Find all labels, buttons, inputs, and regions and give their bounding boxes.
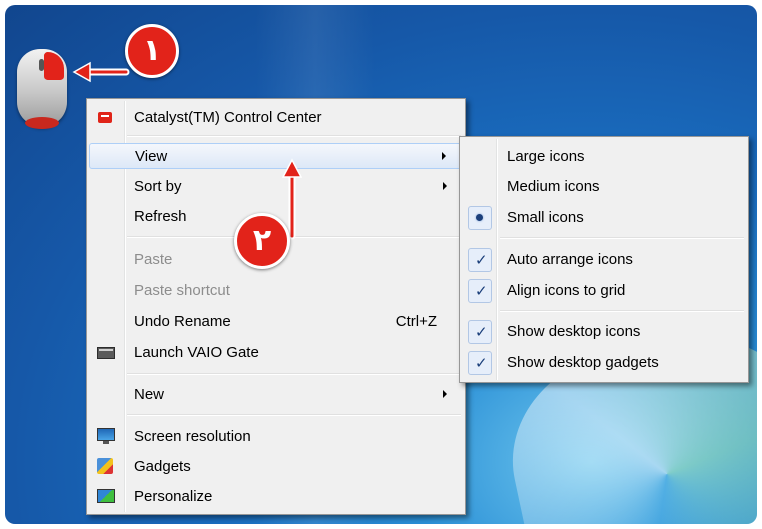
mouse-illustration — [17, 49, 67, 131]
mouse-base — [25, 117, 59, 129]
menu-item-gadgets[interactable]: Gadgets — [89, 454, 463, 478]
submenu-arrow-icon — [442, 152, 446, 160]
ati-logo-icon — [98, 112, 112, 123]
menu-item-label: Sort by — [134, 178, 182, 195]
submenu-item-align-to-grid[interactable]: ✓ Align icons to grid — [462, 278, 746, 303]
menu-item-view[interactable]: View — [89, 143, 463, 169]
checkmark-icon: ✓ — [475, 282, 488, 300]
menu-item-shortcut: Ctrl+Z — [395, 313, 437, 330]
menu-item-label: Undo Rename — [134, 313, 231, 330]
menu-item-paste-shortcut[interactable]: Paste shortcut — [89, 278, 463, 302]
checkmark-icon: ✓ — [475, 323, 488, 341]
submenu-separator — [500, 237, 744, 239]
check-indicator: ✓ — [468, 320, 492, 344]
menu-item-label: Gadgets — [134, 458, 191, 475]
menu-item-launch-vaio-gate[interactable]: Launch VAIO Gate — [89, 340, 463, 364]
checkmark-icon: ✓ — [475, 354, 488, 372]
menu-separator — [127, 236, 461, 238]
submenu-item-label: Align icons to grid — [507, 282, 626, 299]
menu-separator — [127, 414, 461, 416]
menu-item-label: Screen resolution — [134, 428, 251, 445]
submenu-item-medium-icons[interactable]: Medium icons — [462, 174, 746, 198]
menu-item-screen-resolution[interactable]: Screen resolution — [89, 424, 463, 448]
submenu-item-large-icons[interactable]: Large icons — [462, 144, 746, 168]
menu-item-label: Refresh — [134, 208, 187, 225]
menu-separator — [127, 373, 461, 375]
submenu-item-show-desktop-icons[interactable]: ✓ Show desktop icons — [462, 319, 746, 344]
desktop-context-menu: Catalyst(TM) Control Center View Sort by… — [86, 98, 466, 515]
submenu-item-show-desktop-gadgets[interactable]: ✓ Show desktop gadgets — [462, 350, 746, 375]
submenu-item-label: Show desktop icons — [507, 323, 641, 340]
check-indicator: ✓ — [468, 279, 492, 303]
submenu-item-label: Auto arrange icons — [507, 251, 633, 268]
menu-item-label: View — [135, 148, 168, 165]
callout-badge-1: ١ — [125, 24, 179, 78]
radio-dot-icon — [476, 214, 483, 221]
personalize-icon — [97, 489, 115, 503]
menu-item-sort-by[interactable]: Sort by — [89, 174, 463, 198]
menu-item-label: Paste shortcut — [134, 282, 230, 299]
check-indicator: ✓ — [468, 248, 492, 272]
menu-item-catalyst[interactable]: Catalyst(TM) Control Center — [89, 105, 463, 129]
menu-item-new[interactable]: New — [89, 382, 463, 406]
submenu-item-label: Large icons — [507, 148, 585, 165]
submenu-item-label: Medium icons — [507, 178, 600, 195]
callout-badge-2: ٢ — [234, 213, 290, 269]
screen-resolution-icon — [97, 428, 115, 444]
menu-separator — [127, 135, 461, 137]
submenu-arrow-icon — [443, 182, 447, 190]
checkmark-icon: ✓ — [475, 251, 488, 269]
view-submenu: Large icons Medium icons Small icons ✓ A… — [459, 136, 749, 383]
radio-indicator — [468, 206, 492, 230]
menu-item-label: Paste — [134, 251, 173, 268]
menu-item-label: Launch VAIO Gate — [134, 344, 259, 361]
menu-item-label: New — [134, 386, 165, 403]
vaio-gate-icon — [97, 347, 115, 359]
submenu-item-auto-arrange[interactable]: ✓ Auto arrange icons — [462, 247, 746, 272]
menu-item-label: Catalyst(TM) Control Center — [134, 109, 322, 126]
menu-item-undo-rename[interactable]: Undo Rename Ctrl+Z — [89, 309, 463, 333]
submenu-item-label: Show desktop gadgets — [507, 354, 659, 371]
menu-item-label: Personalize — [134, 488, 213, 505]
mouse-wheel — [39, 59, 44, 71]
menu-item-personalize[interactable]: Personalize — [89, 484, 463, 508]
check-indicator: ✓ — [468, 351, 492, 375]
submenu-item-label: Small icons — [507, 209, 584, 226]
submenu-separator — [500, 310, 744, 312]
submenu-arrow-icon — [443, 390, 447, 398]
submenu-item-small-icons[interactable]: Small icons — [462, 205, 746, 230]
gadgets-icon — [97, 458, 113, 474]
